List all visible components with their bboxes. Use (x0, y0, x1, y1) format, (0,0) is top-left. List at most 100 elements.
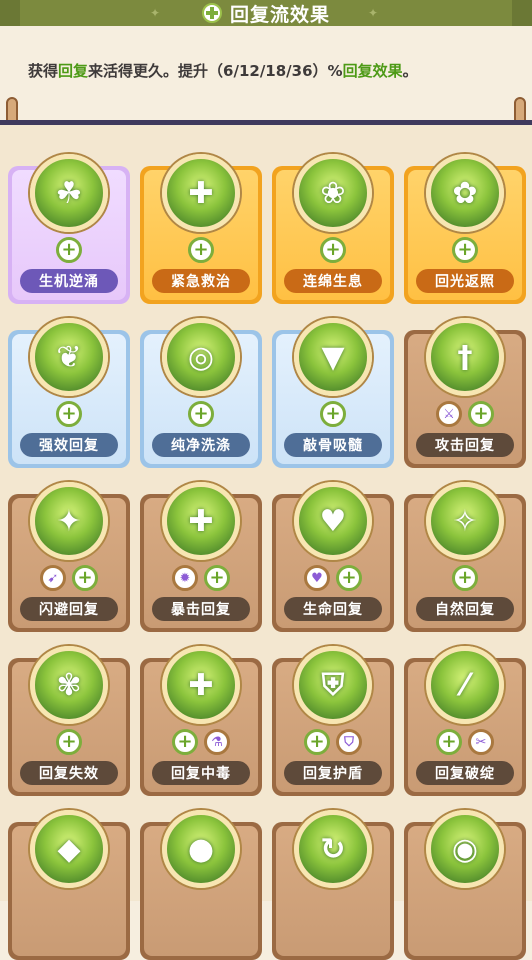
card-label: 闪避回复 (20, 597, 118, 621)
skill-card[interactable]: ▼ + 敲骨吸髓 (272, 318, 394, 468)
plus-slot-icon: + (452, 565, 478, 591)
heart-type-icon: ♥ (304, 565, 330, 591)
skill-card[interactable]: ❀ + 连绵生息 (272, 154, 394, 304)
shield-type-icon: ⛉ (336, 729, 362, 755)
card-label: 暴击回复 (152, 597, 250, 621)
plus-slot-icon: + (436, 729, 462, 755)
cycle-icon: ↻ (294, 810, 372, 888)
card-slots: + (8, 237, 130, 263)
card-slots: ➹ + (8, 565, 130, 591)
skill-card[interactable]: ↻ (272, 810, 394, 960)
card-label: 回光返照 (416, 269, 514, 293)
card-label: 回复护盾 (284, 761, 382, 785)
card-slots: + (404, 237, 526, 263)
skill-card[interactable]: † ⚔ + 攻击回复 (404, 318, 526, 468)
shield-plus-icon: ⛨ (294, 646, 372, 724)
fang-mouth-icon: ▼ (294, 318, 372, 396)
card-slots: + ✂ (404, 729, 526, 755)
claw-slash-icon: ⁄ (426, 646, 504, 724)
plus-slot-icon: + (204, 565, 230, 591)
skill-card[interactable]: ✿ + 回光返照 (404, 154, 526, 304)
syringe-icon: ✚ (162, 154, 240, 232)
plus-slot-icon: + (320, 401, 346, 427)
sword-icon: † (426, 318, 504, 396)
page-header: ✦ 回复流效果 ✦ (0, 0, 532, 26)
card-label: 纯净洗涤 (152, 433, 250, 457)
plus-slot-icon: + (320, 237, 346, 263)
card-label: 生命回复 (284, 597, 382, 621)
card-label: 生机逆涌 (20, 269, 118, 293)
card-label: 回复中毒 (152, 761, 250, 785)
card-label: 自然回复 (416, 597, 514, 621)
card-slots: + ⛉ (272, 729, 394, 755)
poison-plus-icon: ✚ (162, 646, 240, 724)
bear-icon: ● (162, 810, 240, 888)
plus-slot-icon: + (304, 729, 330, 755)
break-type-icon: ✂ (468, 729, 494, 755)
card-slots: ✹ + (140, 565, 262, 591)
card-slots: + (8, 401, 130, 427)
card-slots: + (272, 237, 394, 263)
card-label: 强效回复 (20, 433, 118, 457)
plus-slot-icon: + (468, 401, 494, 427)
wilted-plant-icon: ✾ (30, 646, 108, 724)
card-label: 敲骨吸髓 (284, 433, 382, 457)
card-slots: + (140, 237, 262, 263)
lotus-icon: ❀ (294, 154, 372, 232)
heal-plus-icon (201, 3, 222, 23)
card-slots: + (8, 729, 130, 755)
skill-card[interactable]: ⁄ + ✂ 回复破绽 (404, 646, 526, 796)
skill-card[interactable]: ✾ + 回复失效 (8, 646, 130, 796)
card-slots: + (272, 401, 394, 427)
card-label: 攻击回复 (416, 433, 514, 457)
card-slots: ♥ + (272, 565, 394, 591)
header-sparkle-icon: ✦ (150, 6, 161, 20)
plus-slot-icon: + (56, 401, 82, 427)
plus-slot-icon: + (452, 237, 478, 263)
card-slots: ⚔ + (404, 401, 526, 427)
card-slots: + (404, 565, 526, 591)
skill-card[interactable]: ◆ (8, 810, 130, 960)
skill-card[interactable]: ⛨ + ⛉ 回复护盾 (272, 646, 394, 796)
dodge-type-icon: ➹ (40, 565, 66, 591)
skill-card[interactable]: ◉ (404, 810, 526, 960)
plus-slot-icon: + (56, 237, 82, 263)
sword-type-icon: ⚔ (436, 401, 462, 427)
sprout-creature-icon: ☘ (30, 154, 108, 232)
crit-plus-icon: ✚ (162, 482, 240, 560)
skill-card[interactable]: ✚ + 紧急救治 (140, 154, 262, 304)
card-slots: + (140, 401, 262, 427)
crystal-icon: ◆ (30, 810, 108, 888)
page-title: 回复流效果 (229, 3, 330, 26)
plus-slot-icon: + (336, 565, 362, 591)
swirl-icon: ◎ (162, 318, 240, 396)
card-label: 连绵生息 (284, 269, 382, 293)
card-label: 回复失效 (20, 761, 118, 785)
plus-slot-icon: + (72, 565, 98, 591)
skill-card[interactable]: ✚ ✹ + 暴击回复 (140, 482, 262, 632)
plus-slot-icon: + (172, 729, 198, 755)
plus-slot-icon: + (56, 729, 82, 755)
petals-icon: ✿ (426, 154, 504, 232)
skill-card[interactable]: ● (140, 810, 262, 960)
skill-card[interactable]: ✦ ➹ + 闪避回复 (8, 482, 130, 632)
dodging-cat-icon: ✦ (30, 482, 108, 560)
effect-description: 获得回复来活得更久。提升（6/12/18/36）%回复效果。 (28, 62, 418, 80)
potion-type-icon: ⚗ (204, 729, 230, 755)
skill-card[interactable]: ♥ ♥ + 生命回复 (272, 482, 394, 632)
header-sparkle-icon: ✦ (368, 6, 379, 20)
card-label: 紧急救治 (152, 269, 250, 293)
winged-spirit-icon: ✧ (426, 482, 504, 560)
skill-card[interactable]: ◎ + 纯净洗涤 (140, 318, 262, 468)
card-slots: + ⚗ (140, 729, 262, 755)
card-label: 回复破绽 (416, 761, 514, 785)
skill-card[interactable]: ✚ + ⚗ 回复中毒 (140, 646, 262, 796)
skill-card[interactable]: ☘ + 生机逆涌 (8, 154, 130, 304)
heart-icon: ♥ (294, 482, 372, 560)
seed-wings-icon: ❦ (30, 318, 108, 396)
plus-slot-icon: + (188, 401, 214, 427)
crit-type-icon: ✹ (172, 565, 198, 591)
skill-card[interactable]: ❦ + 强效回复 (8, 318, 130, 468)
water-drop-icon: ◉ (426, 810, 504, 888)
skill-card[interactable]: ✧ + 自然回复 (404, 482, 526, 632)
